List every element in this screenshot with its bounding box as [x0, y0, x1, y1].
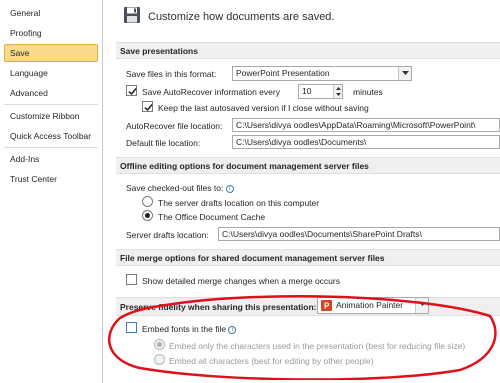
- autorecover-minutes-value: 10: [302, 86, 312, 96]
- sidebar-item-proofing[interactable]: Proofing: [4, 24, 98, 42]
- radio-office-cache[interactable]: [142, 210, 153, 221]
- spinner-arrows-icon[interactable]: [333, 85, 342, 98]
- section-header-file-merge: File merge options for shared document m…: [116, 249, 500, 266]
- show-merge-changes-checkbox[interactable]: [126, 274, 137, 285]
- autorecover-location-label: AutoRecover file location:: [126, 121, 223, 131]
- autorecover-label: Save AutoRecover information every: [142, 87, 280, 97]
- radio-office-cache-label: The Office Document Cache: [158, 212, 266, 222]
- radio-server-drafts[interactable]: [142, 196, 153, 207]
- sidebar-item-add-ins[interactable]: Add-Ins: [4, 150, 98, 168]
- sidebar-item-save[interactable]: Save: [4, 44, 98, 62]
- chevron-down-icon: [398, 67, 411, 80]
- annotation-oval: [107, 295, 497, 380]
- autorecover-unit: minutes: [353, 87, 383, 97]
- save-format-value: PowerPoint Presentation: [236, 68, 330, 78]
- checked-out-text: Save checked-out files to:: [126, 183, 224, 193]
- autorecover-checkbox[interactable]: [126, 85, 137, 96]
- options-sidebar: General Proofing Save Language Advanced …: [0, 0, 103, 383]
- radio-selected-dot: [145, 213, 150, 218]
- server-drafts-location-label: Server drafts location:: [126, 230, 209, 240]
- autorecover-location-input[interactable]: C:\Users\divya oodles\AppData\Roaming\Mi…: [232, 118, 500, 132]
- server-drafts-location-input[interactable]: C:\Users\divya oodles\Documents\SharePoi…: [218, 227, 500, 241]
- keep-last-autosave-label: Keep the last autosaved version if I clo…: [158, 103, 369, 113]
- floppy-disk-icon: [123, 6, 141, 24]
- radio-server-drafts-label: The server drafts location on this compu…: [158, 198, 320, 208]
- sidebar-divider: [4, 104, 98, 105]
- section-header-offline-editing: Offline editing options for document man…: [116, 157, 500, 174]
- sidebar-divider: [4, 147, 98, 148]
- sidebar-item-language[interactable]: Language: [4, 64, 98, 82]
- default-location-input[interactable]: C:\Users\divya oodles\Documents\: [232, 135, 500, 149]
- sidebar-item-trust-center[interactable]: Trust Center: [4, 170, 98, 188]
- info-icon[interactable]: i: [225, 184, 234, 193]
- show-merge-changes-label: Show detailed merge changes when a merge…: [142, 276, 340, 286]
- sidebar-item-general[interactable]: General: [4, 4, 98, 22]
- save-format-dropdown[interactable]: PowerPoint Presentation: [232, 66, 412, 81]
- section-header-save-presentations: Save presentations: [116, 42, 500, 59]
- sidebar-item-quick-access-toolbar[interactable]: Quick Access Toolbar: [4, 127, 98, 145]
- sidebar-item-advanced[interactable]: Advanced: [4, 84, 98, 102]
- page-title: Customize how documents are saved.: [148, 11, 335, 23]
- save-format-label: Save files in this format:: [126, 69, 217, 79]
- sidebar-item-customize-ribbon[interactable]: Customize Ribbon: [4, 107, 98, 125]
- keep-last-autosave-checkbox[interactable]: [142, 101, 153, 112]
- autorecover-minutes-spinner[interactable]: 10: [298, 84, 343, 99]
- default-location-label: Default file location:: [126, 138, 201, 148]
- checked-out-label: Save checked-out files to: i: [126, 183, 234, 193]
